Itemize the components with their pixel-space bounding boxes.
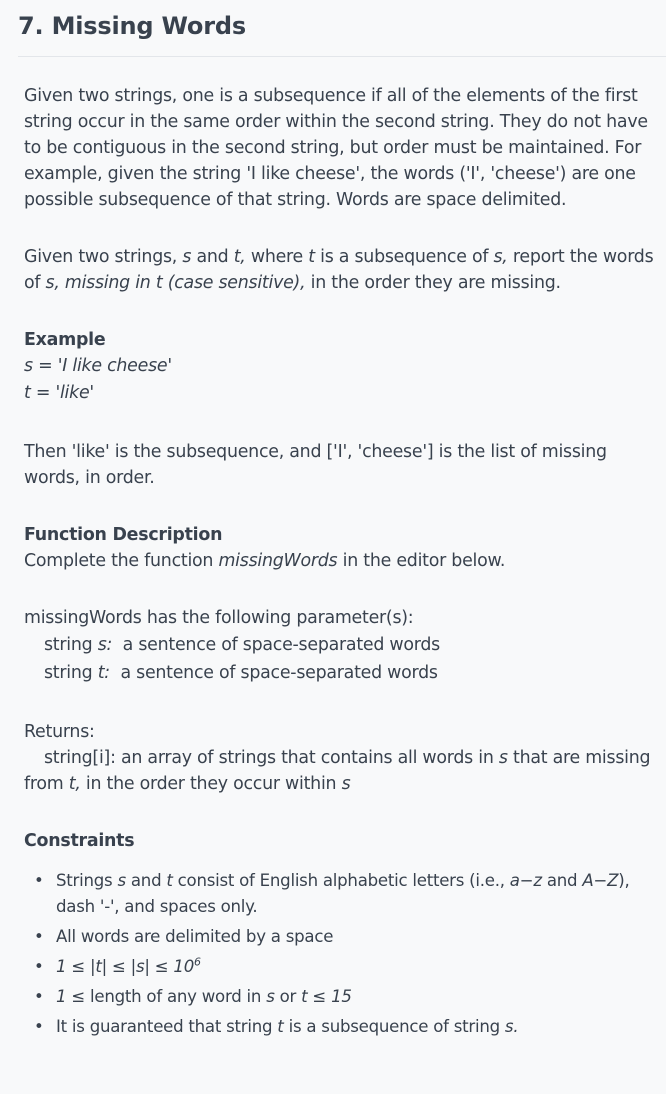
parameter-t: string t: a sentence of space-separated … [24,659,666,688]
problem-body: Given two strings, one is a subsequence … [24,83,666,1044]
var-t: t [308,247,315,267]
text: and [191,247,234,267]
task-paragraph: Given two strings, s and t, where t is a… [24,244,666,296]
constraint-item: • It is guaranteed that string t is a sub… [24,1014,666,1040]
range: a−z [509,870,542,890]
constraints-list: • Strings s and t consist of English alph… [24,868,666,1040]
text: in the editor below. [337,550,506,571]
bullet-icon: • [34,956,44,976]
param-desc: a sentence of space-separated words [112,634,441,655]
text: is a subsequence of [314,247,494,267]
text: is a subsequence of string [283,1016,505,1036]
var-t: t, [233,247,246,267]
param-desc: a sentence of space-separated words [109,663,438,683]
var-s: s. [504,1016,519,1036]
constraints-heading: Constraints [24,830,135,851]
bullet-icon: • [34,986,44,1006]
parameters-intro: missingWords has the following parameter… [24,607,414,628]
var-s: s [117,870,126,890]
page-title: 7. Missing Words [18,12,246,40]
text: in the order they occur within [80,773,342,794]
exponent: 6 [194,954,201,968]
var-t: t, [68,773,81,794]
constraint-item: • 1 ≤ length of any word in s or t ≤ 15 [24,984,666,1010]
param-name: t: [97,663,110,683]
var-s-missing: s, missing in t (case sensitive), [45,273,306,293]
param-name: s: [97,634,113,655]
returns-heading: Returns: [24,721,95,742]
text: Complete the function [24,550,219,571]
example-heading: Example [24,330,106,350]
problem-statement: 7. Missing Words Given two strings, one … [0,0,666,1094]
text: string[i]: an array of strings that cont… [44,747,499,768]
bullet-icon: • [34,1016,44,1036]
function-description-heading: Function Description [24,524,223,545]
text: where [245,247,309,267]
math: 1 ≤ |t| ≤ |s| ≤ 10 [56,956,195,976]
bullet-icon: • [34,870,44,890]
math: 1 [56,986,67,1006]
function-description-text: Complete the function missingWords in th… [24,548,666,574]
text: ≤ length of any word in [66,986,267,1006]
text: or [274,986,302,1006]
bullet-icon: • [34,926,44,946]
constraint-item: • All words are delimited by a space [24,924,666,950]
text: Strings [56,870,118,890]
text: consist of English alphabetic letters (i… [172,870,510,890]
returns-text: string[i]: an array of strings that cont… [24,745,666,797]
constraint-item: • Strings s and t consist of English alph… [24,868,666,920]
text: It is guaranteed that string [56,1016,278,1036]
var-s: s [266,986,275,1006]
param-type: string [44,663,98,683]
constraint-item: • 1 ≤ |t| ≤ |s| ≤ 106 [24,954,666,980]
var-s: s [498,747,508,768]
text: All words are delimited by a space [56,926,334,946]
text: and [541,870,583,890]
text: in the order they are missing. [305,273,561,293]
function-name: missingWords [218,550,338,571]
var-s: s [182,247,192,267]
example-t: t = 'like' [24,383,94,403]
var-s: s [341,773,351,794]
var-s: s, [493,247,508,267]
param-type: string [44,634,98,655]
example-s: s = 'I like cheese' [24,356,172,376]
math: ≤ 15 [307,986,352,1006]
text: Given two strings, [24,247,183,267]
title-divider [18,56,666,57]
example-explanation: Then 'like' is the subsequence, and ['I'… [24,441,607,488]
intro-paragraph: Given two strings, one is a subsequence … [24,86,648,210]
text: and [125,870,167,890]
range: A−Z [582,870,619,890]
parameter-s: string s: a sentence of space-separated … [24,631,666,660]
